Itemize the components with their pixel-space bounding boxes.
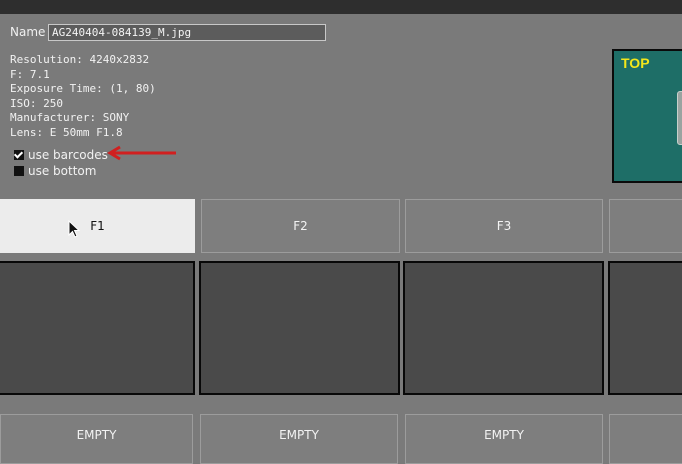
tab-f3[interactable]: F3 (405, 199, 603, 253)
checkbox-checked-icon[interactable] (14, 150, 24, 160)
mouse-pointer-icon (68, 220, 80, 238)
metadata-f-number: F: 7.1 (10, 67, 50, 81)
filename-input[interactable]: AG240404-084139_M.jpg (48, 24, 326, 41)
empty-button-4[interactable] (609, 414, 682, 464)
empty-button-2[interactable]: EMPTY (200, 414, 398, 464)
use-barcodes-label: use barcodes (28, 148, 108, 162)
image-slot-1[interactable] (0, 261, 195, 395)
use-barcodes-checkbox[interactable]: use barcodes (14, 148, 108, 162)
empty-button-1[interactable]: EMPTY (0, 414, 193, 464)
checkbox-unchecked-icon[interactable] (14, 166, 24, 176)
top-image-preview[interactable]: TOP (612, 49, 682, 183)
title-bar (0, 0, 682, 14)
tab-f4[interactable] (609, 199, 682, 253)
red-arrow-icon (107, 145, 176, 161)
empty-button-3[interactable]: EMPTY (405, 414, 603, 464)
image-slot-4[interactable] (608, 261, 682, 395)
image-slot-2[interactable] (199, 261, 400, 395)
use-bottom-checkbox[interactable]: use bottom (14, 164, 96, 178)
image-metadata: Resolution: 4240x2832 F: 7.1 Exposure Ti… (10, 53, 156, 141)
metadata-resolution: Resolution: 4240x2832 (10, 53, 150, 66)
metadata-lens: Lens: E 50mm F1.8 (10, 125, 123, 139)
preview-object (677, 91, 682, 145)
name-label: Name (10, 25, 46, 39)
preview-top-label: TOP (621, 55, 650, 71)
use-bottom-label: use bottom (28, 164, 97, 178)
image-slot-3[interactable] (403, 261, 604, 395)
metadata-iso: ISO: 250 (10, 96, 63, 110)
metadata-exposure-time: Exposure Time: (1, 80) (10, 82, 156, 96)
tab-f1[interactable]: F1 (0, 199, 195, 253)
tab-f2[interactable]: F2 (201, 199, 400, 253)
metadata-manufacturer: Manufacturer: SONY (10, 111, 130, 125)
